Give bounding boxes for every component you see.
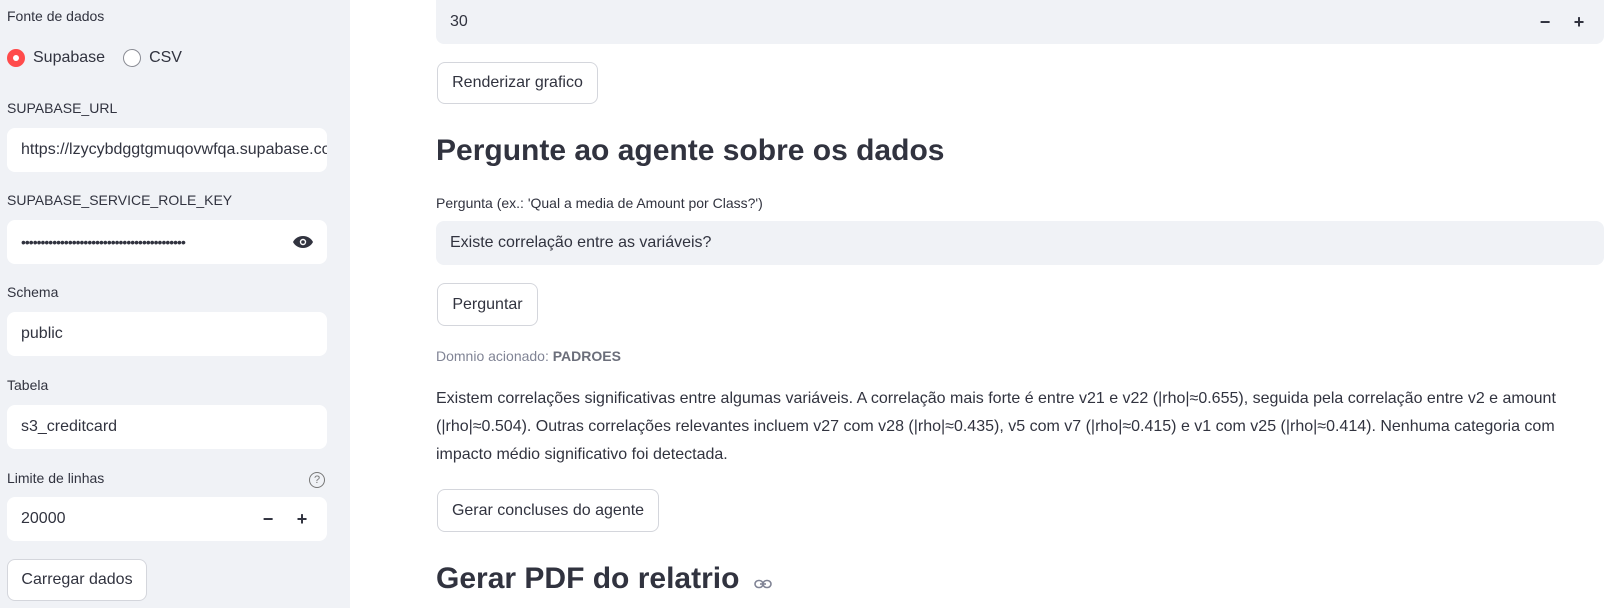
service-role-key-label: SUPABASE_SERVICE_ROLE_KEY (7, 192, 233, 208)
domain-caption-value: PADROES (552, 348, 621, 364)
ask-button[interactable]: Perguntar (437, 283, 538, 326)
supabase-url-value: https://lzycybdggtgmuqovwfqa.supabase.co (21, 141, 327, 158)
service-role-key-value: ••••••••••••••••••••••••••••••••••••••••… (21, 234, 186, 250)
top-number-input[interactable]: 30 − + (436, 0, 1604, 44)
decrement-minus-icon[interactable]: − (1528, 12, 1562, 33)
sidebar: Fonte de dados Supabase CSV SUPABASE_URL… (0, 0, 350, 608)
show-password-eye-icon[interactable] (283, 235, 323, 249)
ask-agent-heading: Pergunte ao agente sobre os dados (436, 134, 945, 167)
increment-plus-icon[interactable]: + (1562, 12, 1596, 33)
row-limit-label: Limite de linhas (7, 470, 105, 486)
render-chart-button[interactable]: Renderizar grafico (437, 62, 598, 104)
load-data-button[interactable]: Carregar dados (7, 559, 147, 601)
question-input[interactable]: Existe correlação entre as variáveis? (436, 221, 1604, 265)
agent-answer-text: Existem correlações significativas entre… (436, 390, 1556, 463)
row-limit-number-input[interactable]: 20000 − + (7, 497, 327, 541)
schema-label: Schema (7, 284, 59, 300)
radio-unchecked-icon (123, 49, 142, 67)
generate-conclusions-button[interactable]: Gerar concluses do agente (437, 489, 659, 532)
supabase-url-input[interactable]: https://lzycybdggtgmuqovwfqa.supabase.co (7, 128, 327, 172)
data-source-radio-group: Supabase CSV (7, 46, 200, 70)
row-limit-value: 20000 (21, 510, 66, 527)
data-source-label: Fonte de dados (7, 8, 105, 24)
question-label: Pergunta (ex.: 'Qual a media de Amount p… (436, 195, 763, 211)
increment-plus-icon[interactable]: + (285, 509, 319, 530)
table-label: Tabela (7, 377, 49, 393)
table-input[interactable]: s3_creditcard (7, 405, 327, 449)
table-value: s3_creditcard (21, 418, 118, 435)
pdf-report-heading-text: Gerar PDF do relatrio (436, 562, 740, 595)
domain-caption: Domnio acionado: PADROES (436, 348, 621, 364)
top-number-value: 30 (450, 13, 468, 30)
anchor-link-icon[interactable] (753, 563, 772, 597)
service-role-key-input[interactable]: ••••••••••••••••••••••••••••••••••••••••… (7, 220, 327, 264)
radio-csv-label: CSV (149, 49, 182, 66)
help-icon[interactable]: ? (309, 472, 325, 488)
question-value: Existe correlação entre as variáveis? (450, 234, 712, 251)
decrement-minus-icon[interactable]: − (251, 509, 285, 530)
radio-csv[interactable]: CSV (123, 49, 182, 67)
schema-input[interactable]: public (7, 312, 327, 356)
schema-value: public (21, 325, 63, 342)
supabase-url-label: SUPABASE_URL (7, 100, 118, 116)
radio-supabase[interactable]: Supabase (7, 49, 105, 67)
radio-checked-icon (7, 49, 25, 67)
pdf-report-heading: Gerar PDF do relatrio (436, 562, 772, 597)
radio-supabase-label: Supabase (33, 49, 106, 66)
domain-caption-prefix: Domnio acionado: (436, 348, 553, 364)
